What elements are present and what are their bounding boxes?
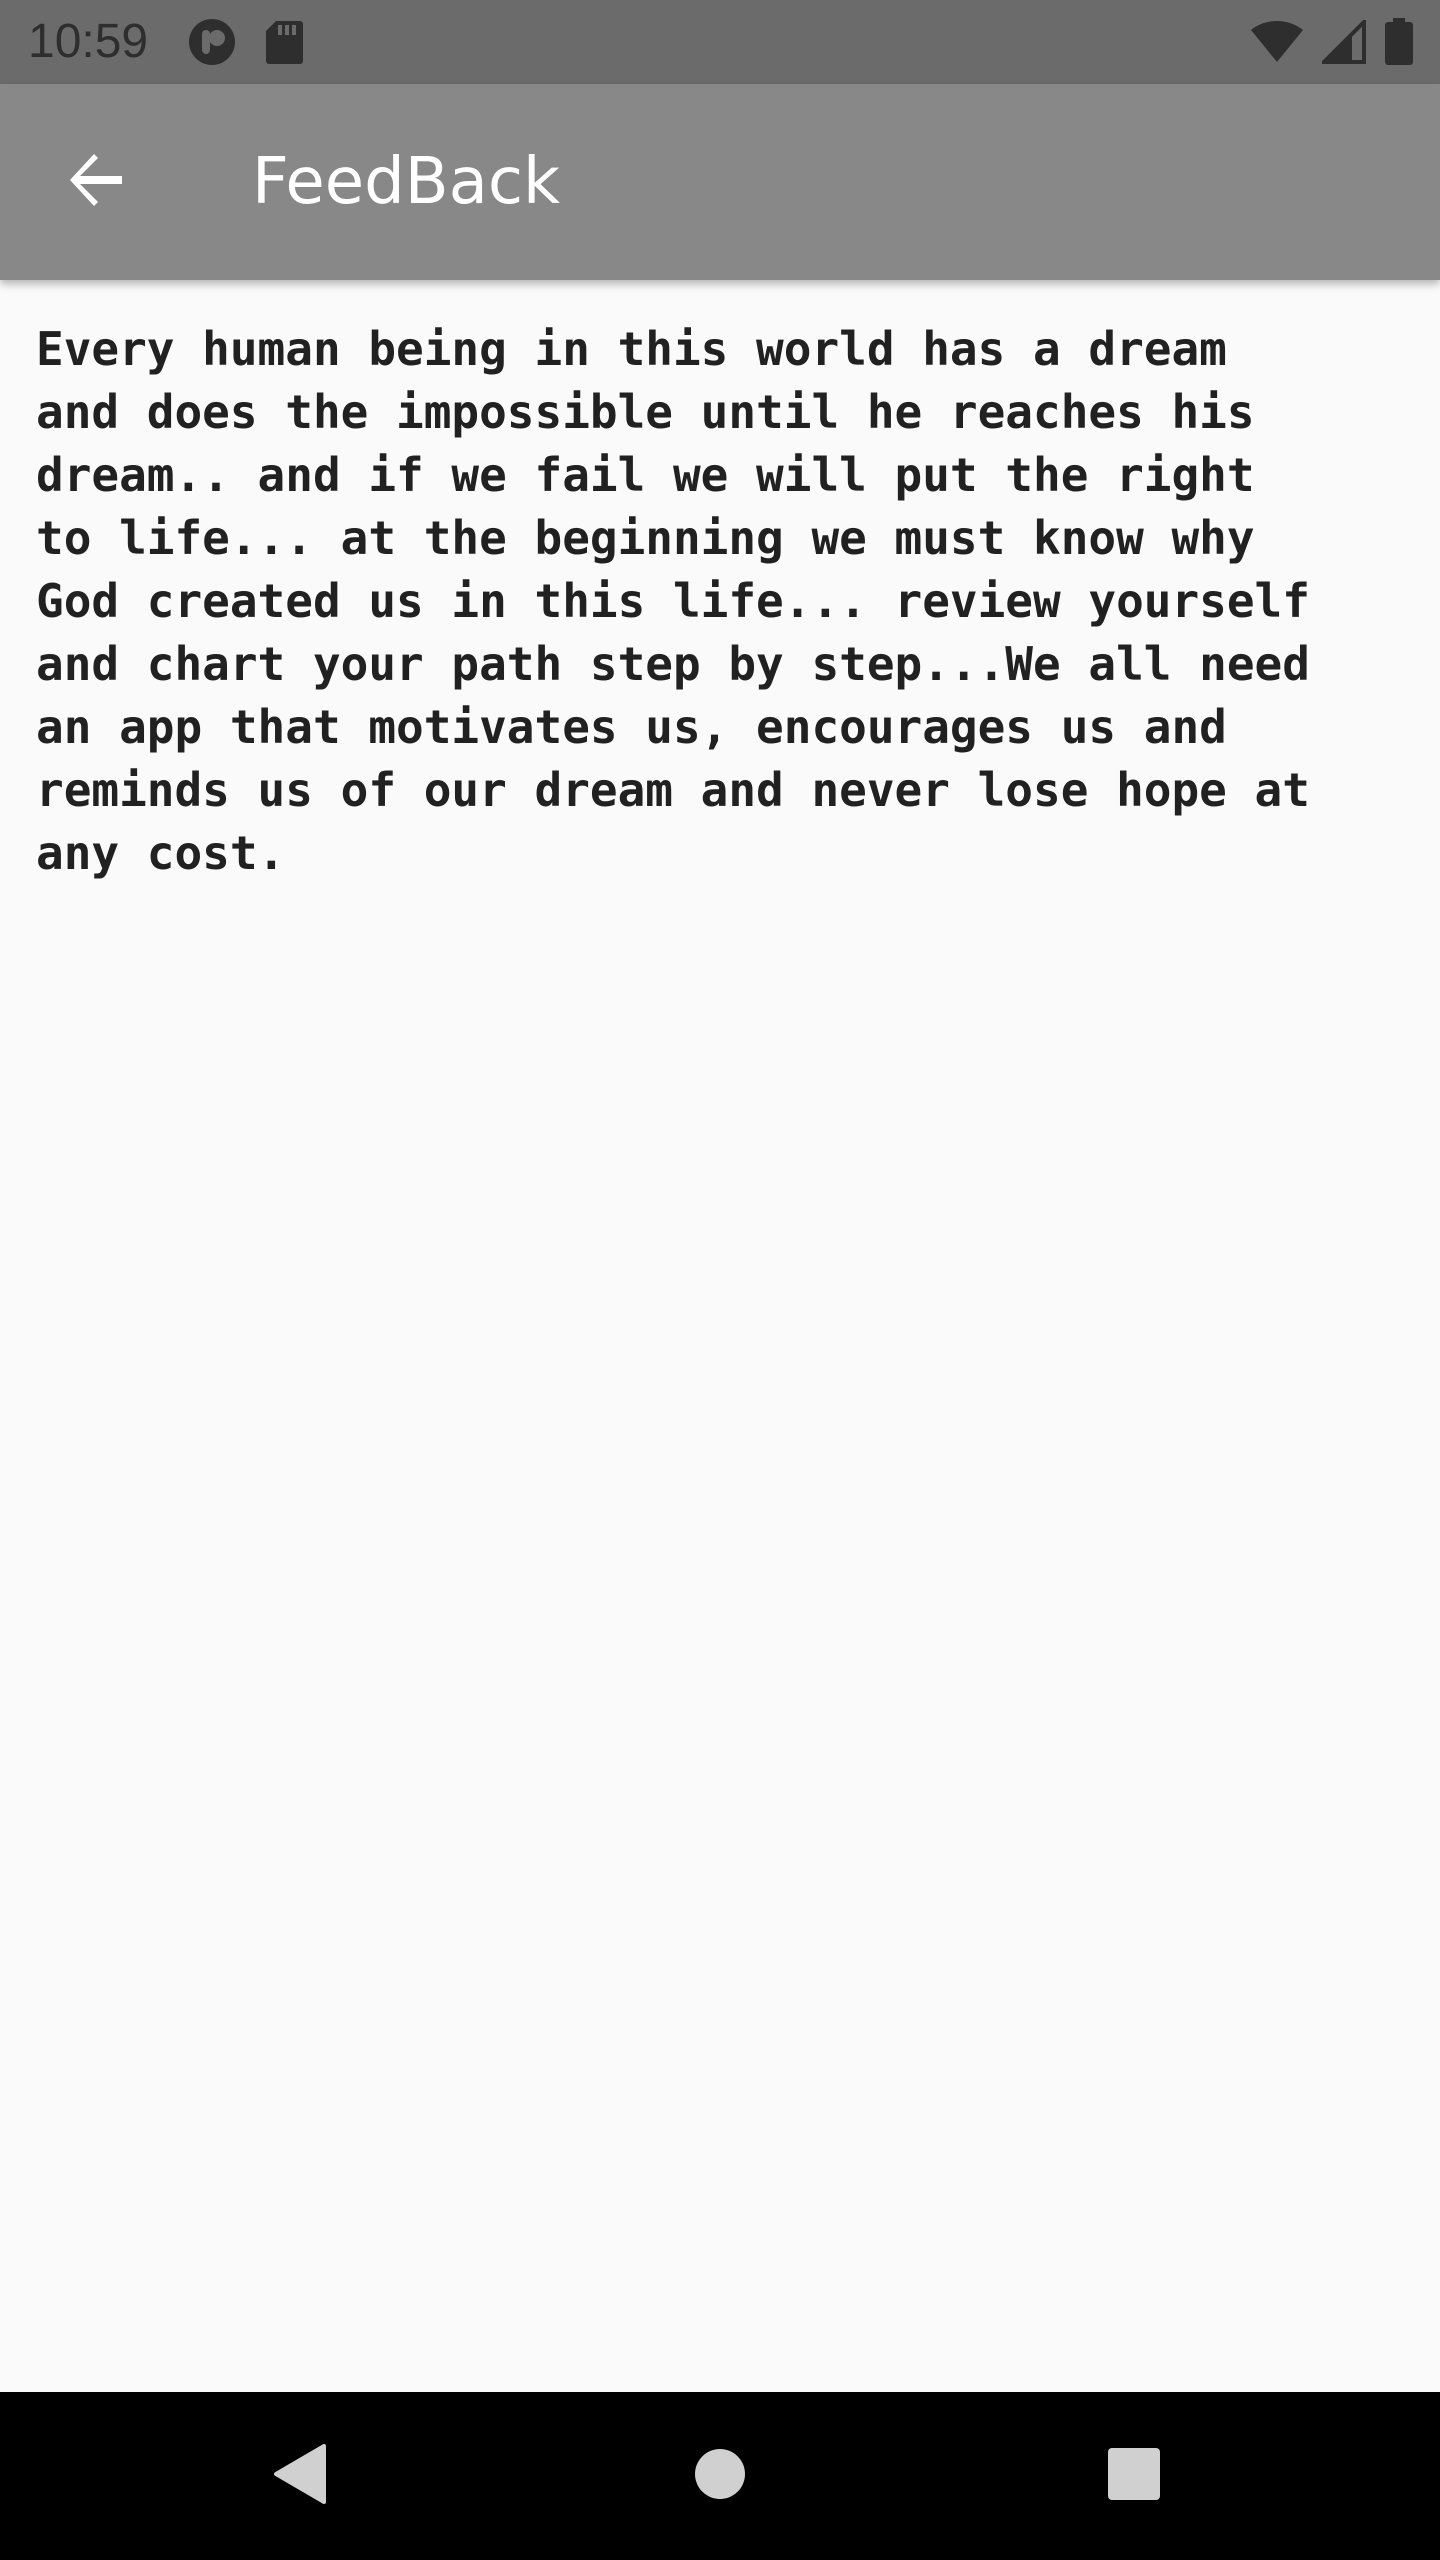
nav-recents-button[interactable] bbox=[1084, 2426, 1184, 2526]
feedback-line: reminds us of our dream and never lose h… bbox=[36, 763, 1310, 817]
page-title: FeedBack bbox=[252, 145, 561, 219]
battery-icon bbox=[1384, 18, 1414, 66]
feedback-line: and does the impossible until he reaches… bbox=[36, 385, 1255, 439]
feedback-line: an app that motivates us, encourages us … bbox=[36, 700, 1227, 754]
system-nav-bar bbox=[0, 2392, 1440, 2560]
status-bar: 10:59 bbox=[0, 0, 1440, 84]
feedback-line: and chart your path step by step...We al… bbox=[36, 637, 1310, 691]
sd-card-icon bbox=[264, 19, 304, 65]
wifi-icon bbox=[1250, 20, 1304, 64]
app-bar: FeedBack bbox=[0, 84, 1440, 280]
app-notification-icon bbox=[188, 18, 236, 66]
status-right-icons bbox=[1250, 18, 1414, 66]
screen: 10:59 FeedBack Every human being in this… bbox=[0, 0, 1440, 2560]
nav-home-icon bbox=[693, 2447, 747, 2506]
status-time: 10:59 bbox=[28, 15, 149, 68]
feedback-line: God created us in this life... review yo… bbox=[36, 574, 1310, 628]
feedback-line: any cost. bbox=[36, 826, 286, 880]
status-left-icons bbox=[188, 18, 304, 66]
nav-back-icon bbox=[270, 2442, 330, 2511]
feedback-line: Every human being in this world has a dr… bbox=[36, 322, 1227, 376]
feedback-content: Every human being in this world has a dr… bbox=[36, 318, 1416, 885]
nav-home-button[interactable] bbox=[670, 2426, 770, 2526]
feedback-line: to life... at the beginning we must know… bbox=[36, 511, 1255, 565]
nav-recents-icon bbox=[1107, 2447, 1161, 2506]
feedback-text: Every human being in this world has a dr… bbox=[36, 318, 1416, 885]
feedback-line: dream.. and if we fail we will put the r… bbox=[36, 448, 1255, 502]
arrow-back-icon bbox=[64, 148, 128, 217]
back-button[interactable] bbox=[48, 134, 144, 230]
cell-signal-icon bbox=[1322, 20, 1366, 64]
nav-back-button[interactable] bbox=[250, 2426, 350, 2526]
